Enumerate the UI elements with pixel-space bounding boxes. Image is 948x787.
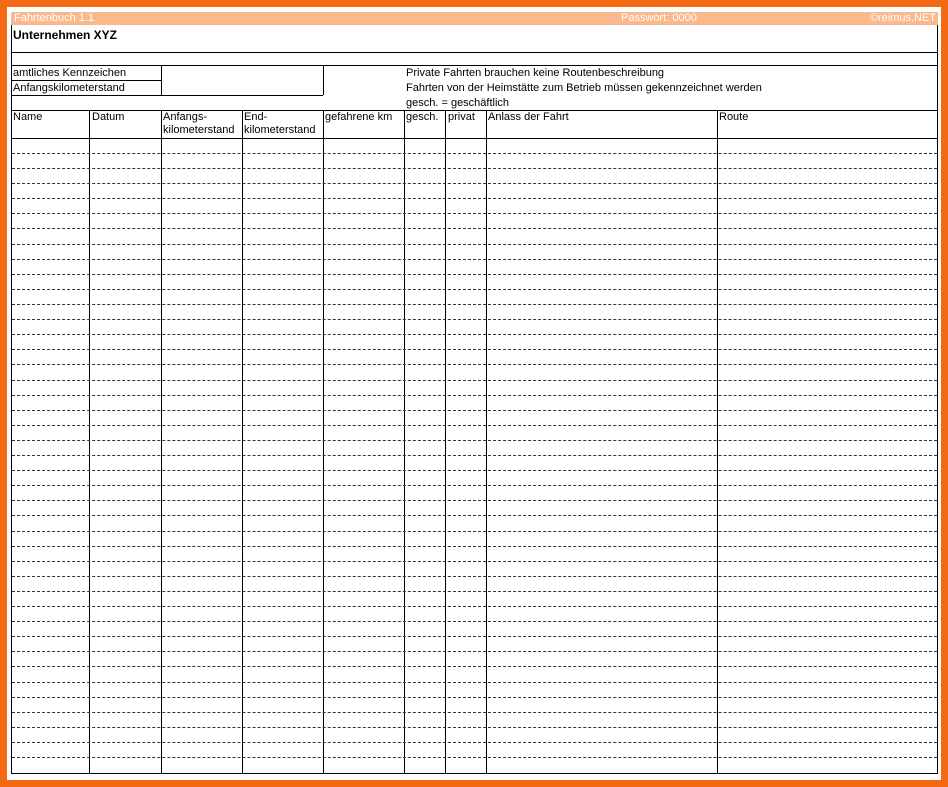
col-header-end-km-line1: End- (244, 111, 268, 123)
entry-row-line (12, 380, 937, 381)
entry-row-line (12, 727, 937, 728)
col-header-purpose: Anlass der Fahrt (488, 111, 716, 124)
col-header-start-km-line1: Anfangs- (163, 111, 208, 123)
col-header-name-line2: Name (13, 111, 43, 123)
entry-row-line (12, 168, 937, 169)
entry-row-line (12, 682, 937, 683)
col-header-purpose-line2: Anlass der Fahrt (488, 111, 569, 123)
col-header-end-km-line2: kilometerstand (244, 124, 316, 136)
entry-row-line (12, 334, 937, 335)
entry-row-line (12, 425, 937, 426)
note-abbreviation: gesch. = geschäftlich (406, 97, 510, 109)
entry-row-line (12, 712, 937, 713)
entry-row-line (12, 274, 937, 275)
info-bottom-line (11, 95, 323, 96)
entry-row-line (12, 561, 937, 562)
entry-row-line (12, 470, 937, 471)
entry-row-line (12, 349, 937, 350)
app-title: Fahrtenbuch 1.1 (14, 12, 95, 24)
copyright-text: ©reimus.NET (869, 12, 936, 24)
entry-row-line (12, 666, 937, 667)
col-header-km-driven: gefahrene km (325, 111, 403, 124)
entry-row-line (12, 304, 937, 305)
entry-row-line (12, 757, 937, 758)
note-routes: Private Fahrten brauchen keine Routenbes… (406, 67, 665, 79)
col-header-business-line2: gesch. (406, 111, 439, 123)
entry-row-line (12, 742, 937, 743)
entry-row-line (12, 244, 937, 245)
password-hint: Passwort: 0000 (621, 12, 697, 24)
entry-row-line (12, 440, 937, 441)
entry-row-line (12, 591, 937, 592)
entry-row-line (12, 198, 937, 199)
entry-row-line (12, 319, 937, 320)
col-header-route: Route (719, 111, 935, 124)
entry-row-line (12, 515, 937, 516)
plate-field-left (161, 65, 162, 95)
col-sep-6 (445, 110, 446, 773)
start-km-label: Anfangskilometerstand (13, 82, 125, 94)
entry-row-line (12, 364, 937, 365)
col-header-date: Datum (92, 111, 160, 124)
col-sep-8 (717, 110, 718, 773)
entry-row-line (12, 546, 937, 547)
col-sep-5 (404, 110, 405, 773)
col-header-end-km: End- kilometerstand (244, 111, 322, 137)
entry-row-line (12, 213, 937, 214)
entry-row-line (12, 289, 937, 290)
col-header-km-driven-line2: gefahrene km (325, 111, 393, 123)
col-sep-4 (323, 110, 324, 773)
entry-row-line (12, 636, 937, 637)
col-sep-2 (161, 110, 162, 773)
plate-field-right (323, 65, 324, 95)
entry-row-line (12, 410, 937, 411)
col-sep-1 (89, 110, 90, 773)
sheet-bottom-line (11, 773, 938, 774)
entry-row-line (12, 153, 937, 154)
entry-row-line (12, 531, 937, 532)
entry-row-line (12, 606, 937, 607)
entry-row-line (12, 621, 937, 622)
entry-row-line (12, 485, 937, 486)
entry-row-line (12, 395, 937, 396)
col-header-private: privat (448, 111, 486, 124)
col-header-business: gesch. (406, 111, 444, 124)
entry-row-line (12, 259, 937, 260)
entry-row-line (12, 455, 937, 456)
entry-row-line (12, 183, 937, 184)
company-divider (11, 52, 938, 53)
col-header-route-line2: Route (719, 111, 749, 123)
entry-row-line (12, 228, 937, 229)
company-name: Unternehmen XYZ (13, 28, 118, 42)
col-header-date-line2: Datum (92, 111, 125, 123)
col-header-start-km: Anfangs- kilometerstand (163, 111, 241, 137)
entry-row-line (12, 576, 937, 577)
col-sep-3 (242, 110, 243, 773)
col-sep-7 (486, 110, 487, 773)
entry-row-line (12, 500, 937, 501)
col-header-private-line2: privat (448, 111, 475, 123)
col-header-start-km-line2: kilometerstand (163, 124, 235, 136)
note-home-trips: Fahrten von der Heimstätte zum Betrieb m… (406, 82, 762, 94)
entry-row-line (12, 697, 937, 698)
header-bottom-line (11, 138, 938, 139)
col-header-name: Name (13, 111, 81, 124)
plate-label: amtliches Kennzeichen (13, 67, 127, 79)
logbook-sheet: Fahrtenbuch 1.1 Passwort: 0000 ©reimus.N… (11, 12, 938, 774)
entry-row-line (12, 651, 937, 652)
page-frame: Fahrtenbuch 1.1 Passwort: 0000 ©reimus.N… (0, 0, 948, 787)
title-bar: Fahrtenbuch 1.1 Passwort: 0000 ©reimus.N… (11, 12, 938, 25)
